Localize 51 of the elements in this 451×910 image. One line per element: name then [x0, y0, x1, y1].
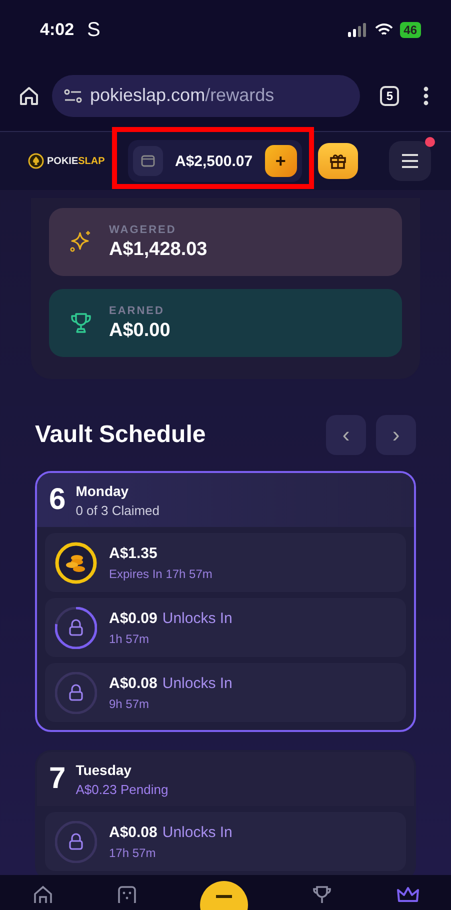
section-title: Vault Schedule [35, 421, 206, 449]
reward-amount: A$1.35 [109, 544, 158, 562]
home-icon[interactable] [18, 84, 40, 106]
trophy-icon[interactable] [310, 885, 332, 903]
reward-timer: 17h 57m [109, 846, 157, 860]
dice-icon[interactable] [116, 885, 136, 903]
wifi-icon [374, 23, 393, 37]
day-status: A$0.23 Pending [76, 782, 168, 796]
signal-icon [348, 23, 368, 37]
next-button[interactable]: › [376, 415, 416, 455]
lock-progress-icon [55, 672, 97, 714]
wallet-icon [141, 155, 155, 167]
stat-label: WAGERED [109, 224, 178, 236]
reward-timer: Expires In 17h 57m [109, 566, 212, 580]
reward-timer: 1h 57m [109, 632, 150, 646]
crown-icon[interactable] [396, 885, 420, 903]
url-text: pokieslap.com/rewards [90, 85, 274, 106]
wallet-button[interactable] [133, 146, 163, 176]
coins-icon [55, 542, 97, 584]
lock-progress-icon [55, 606, 97, 648]
logo-text[interactable]: POKIESLAP [47, 156, 105, 166]
gift-button[interactable] [318, 143, 358, 179]
reward-amount: A$0.08 Unlocks In [109, 824, 232, 840]
more-icon[interactable] [423, 86, 429, 106]
home-icon[interactable] [32, 885, 54, 903]
clock-time: 4:02 [40, 20, 74, 40]
stat-label: EARNED [109, 304, 166, 316]
balance-amount: A$2,500.07 [175, 152, 253, 170]
stat-value: A$1,428.03 [109, 238, 208, 260]
gift-icon [328, 152, 347, 170]
tab-count-button[interactable]: 5 [380, 86, 399, 106]
address-bar[interactable]: pokieslap.com/rewards [52, 74, 360, 116]
lock-progress-icon [55, 820, 97, 862]
menu-icon [401, 154, 419, 168]
logo-icon [28, 153, 44, 169]
battery-indicator: 46 [400, 22, 421, 38]
app-indicator: S [87, 18, 100, 42]
reward-amount: A$0.08 Unlocks In [109, 674, 232, 692]
day-status: 0 of 3 Claimed [76, 502, 160, 518]
reward-timer: 9h 57m [109, 696, 150, 710]
stat-value: A$0.00 [109, 320, 170, 342]
site-settings-icon[interactable] [64, 88, 82, 102]
day-name: Tuesday [76, 762, 132, 778]
day-name: Monday [76, 482, 130, 498]
deposit-button[interactable]: + [264, 145, 297, 177]
day-number: 6 [49, 483, 66, 517]
previous-button[interactable]: ‹ [326, 415, 366, 455]
trophy-icon [69, 311, 93, 335]
reward-amount: A$0.09 Unlocks In [109, 610, 232, 626]
day-number: 7 [49, 762, 66, 796]
sparkle-icon [69, 230, 93, 254]
